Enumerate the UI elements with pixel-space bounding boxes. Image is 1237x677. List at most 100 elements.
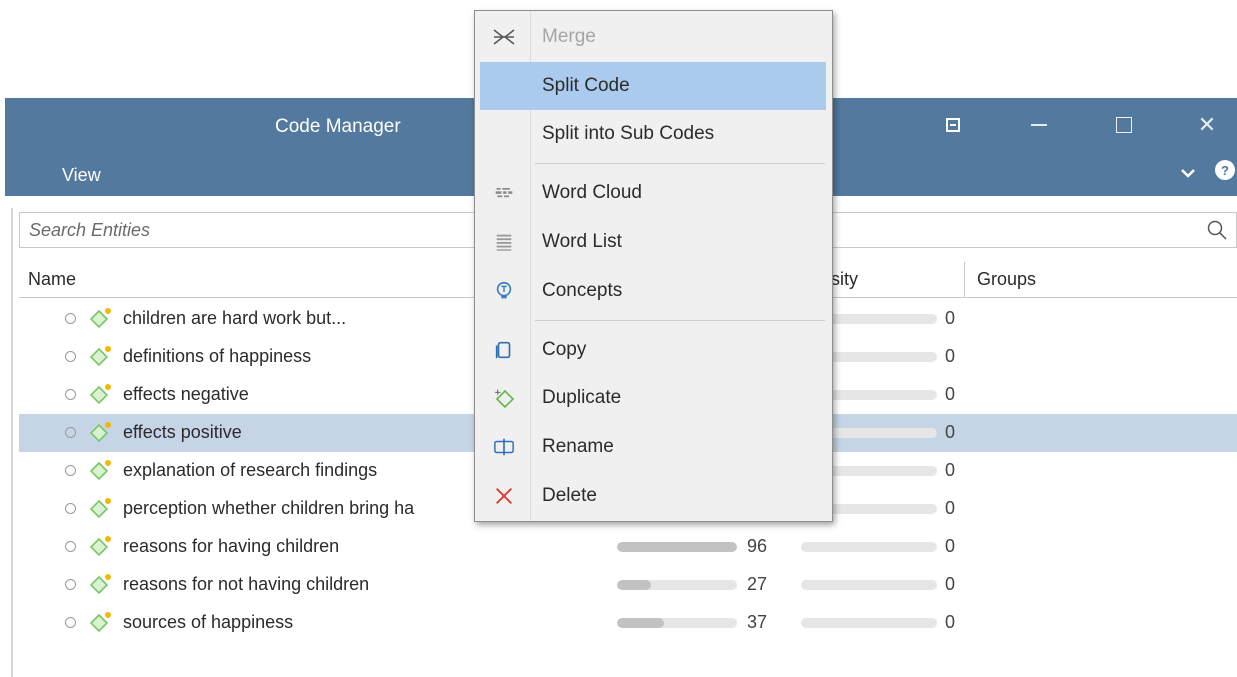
code-label: sources of happiness	[123, 612, 294, 632]
code-icon	[89, 459, 113, 481]
word-list-icon	[492, 230, 516, 254]
status-circle-icon[interactable]	[65, 313, 76, 324]
column-header-groups[interactable]: Groups	[977, 269, 1036, 290]
code-icon	[89, 573, 113, 595]
menu-item-label: Rename	[542, 436, 614, 457]
status-circle-icon[interactable]	[65, 503, 76, 514]
code-icon	[89, 421, 113, 443]
code-label: effects negative	[123, 384, 249, 404]
code-label: reasons for not having children	[123, 574, 370, 594]
frequency-value: 37	[747, 612, 768, 632]
help-icon: ?	[1221, 162, 1229, 178]
density-value: 0	[945, 346, 956, 366]
frequency-bar	[617, 618, 737, 628]
menu-item-label: Concepts	[542, 280, 623, 301]
word-cloud-icon	[492, 181, 516, 205]
menu-item-word-cloud[interactable]: Word Cloud	[480, 169, 826, 217]
minimize-icon	[1031, 124, 1047, 126]
density-value: 0	[945, 384, 956, 404]
maximize-button[interactable]	[1104, 110, 1144, 140]
column-separator[interactable]	[964, 262, 965, 298]
menu-item-label: Split into Sub Codes	[542, 123, 715, 144]
menu-item-copy[interactable]: Copy	[480, 326, 826, 374]
density-value: 0	[945, 422, 956, 442]
menu-item-rename[interactable]: Rename	[480, 423, 826, 471]
code-label: definitions of happiness	[123, 346, 312, 366]
table-row[interactable]: sources of happiness 37 0	[19, 604, 1237, 642]
density-bar	[801, 542, 937, 552]
menu-item-duplicate[interactable]: + Duplicate	[480, 374, 826, 422]
status-circle-icon[interactable]	[65, 351, 76, 362]
density-value: 0	[945, 460, 956, 480]
concepts-icon	[492, 279, 516, 303]
status-circle-icon[interactable]	[65, 427, 76, 438]
code-icon	[89, 345, 113, 367]
table-row[interactable]: reasons for having children 96 0	[19, 528, 1237, 566]
merge-icon	[492, 25, 516, 49]
code-icon	[89, 383, 113, 405]
close-button[interactable]: ✕	[1187, 110, 1227, 140]
status-circle-icon[interactable]	[65, 617, 76, 628]
menu-separator	[535, 163, 825, 164]
menu-item-split-code[interactable]: Split Code	[480, 62, 826, 110]
density-value: 0	[945, 308, 956, 328]
menu-item-merge: Merge	[480, 13, 826, 61]
content-left-border	[11, 208, 13, 677]
window-title: Code Manager	[275, 116, 401, 137]
column-header-name[interactable]: Name	[28, 269, 76, 290]
ribbon-toggle-button[interactable]	[1175, 160, 1201, 186]
menu-item-label: Word Cloud	[542, 182, 642, 203]
status-circle-icon[interactable]	[65, 465, 76, 476]
code-label: perception whether children bring ha	[123, 498, 415, 518]
menu-item-concepts[interactable]: Concepts	[480, 267, 826, 315]
menu-item-word-list[interactable]: Word List	[480, 218, 826, 266]
density-value: 0	[945, 536, 956, 556]
frequency-bar-fill	[617, 542, 737, 552]
density-value: 0	[945, 498, 956, 518]
view-menu[interactable]: View	[62, 165, 101, 186]
density-value: 0	[945, 612, 956, 632]
status-circle-icon[interactable]	[65, 579, 76, 590]
frequency-bar-fill	[617, 580, 651, 590]
column-header-density[interactable]: sity	[831, 269, 858, 290]
density-bar	[801, 580, 937, 590]
status-circle-icon[interactable]	[65, 541, 76, 552]
menu-item-label: Copy	[542, 339, 587, 360]
table-row[interactable]: reasons for not having children 27 0	[19, 566, 1237, 604]
minimize-button[interactable]	[1019, 110, 1059, 140]
dock-icon	[946, 118, 960, 132]
close-icon: ✕	[1197, 112, 1217, 137]
code-icon	[89, 535, 113, 557]
menu-item-delete[interactable]: Delete	[480, 472, 826, 520]
frequency-bar-fill	[617, 618, 664, 628]
code-label: children are hard work but...	[123, 308, 347, 328]
code-icon	[89, 307, 113, 329]
copy-icon	[492, 338, 516, 362]
frequency-value: 27	[747, 574, 768, 594]
menu-item-label: Delete	[542, 485, 597, 506]
menu-item-split-into-sub-codes[interactable]: Split into Sub Codes	[480, 110, 826, 158]
duplicate-icon: +	[492, 386, 516, 410]
frequency-value: 96	[747, 536, 768, 556]
status-circle-icon[interactable]	[65, 389, 76, 400]
menu-item-label: Duplicate	[542, 387, 622, 408]
context-menu: Merge Split Code Split into Sub Codes Word …	[474, 10, 833, 522]
code-icon	[89, 497, 113, 519]
frequency-bar	[617, 580, 737, 590]
code-label: reasons for having children	[123, 536, 340, 556]
code-icon	[89, 611, 113, 633]
menu-item-label: Word List	[542, 231, 622, 252]
menu-separator	[535, 320, 825, 321]
density-bar	[801, 618, 937, 628]
delete-icon	[492, 484, 516, 508]
chevron-down-icon	[1181, 169, 1195, 178]
density-value: 0	[945, 574, 956, 594]
search-icon[interactable]	[1206, 219, 1228, 241]
help-button[interactable]: ?	[1215, 160, 1235, 180]
rename-icon	[492, 435, 516, 459]
code-label: explanation of research findings	[123, 460, 378, 480]
frequency-bar	[617, 542, 737, 552]
code-label: effects positive	[123, 422, 242, 442]
dock-button[interactable]	[933, 110, 973, 140]
menu-item-label: Split Code	[542, 75, 630, 96]
